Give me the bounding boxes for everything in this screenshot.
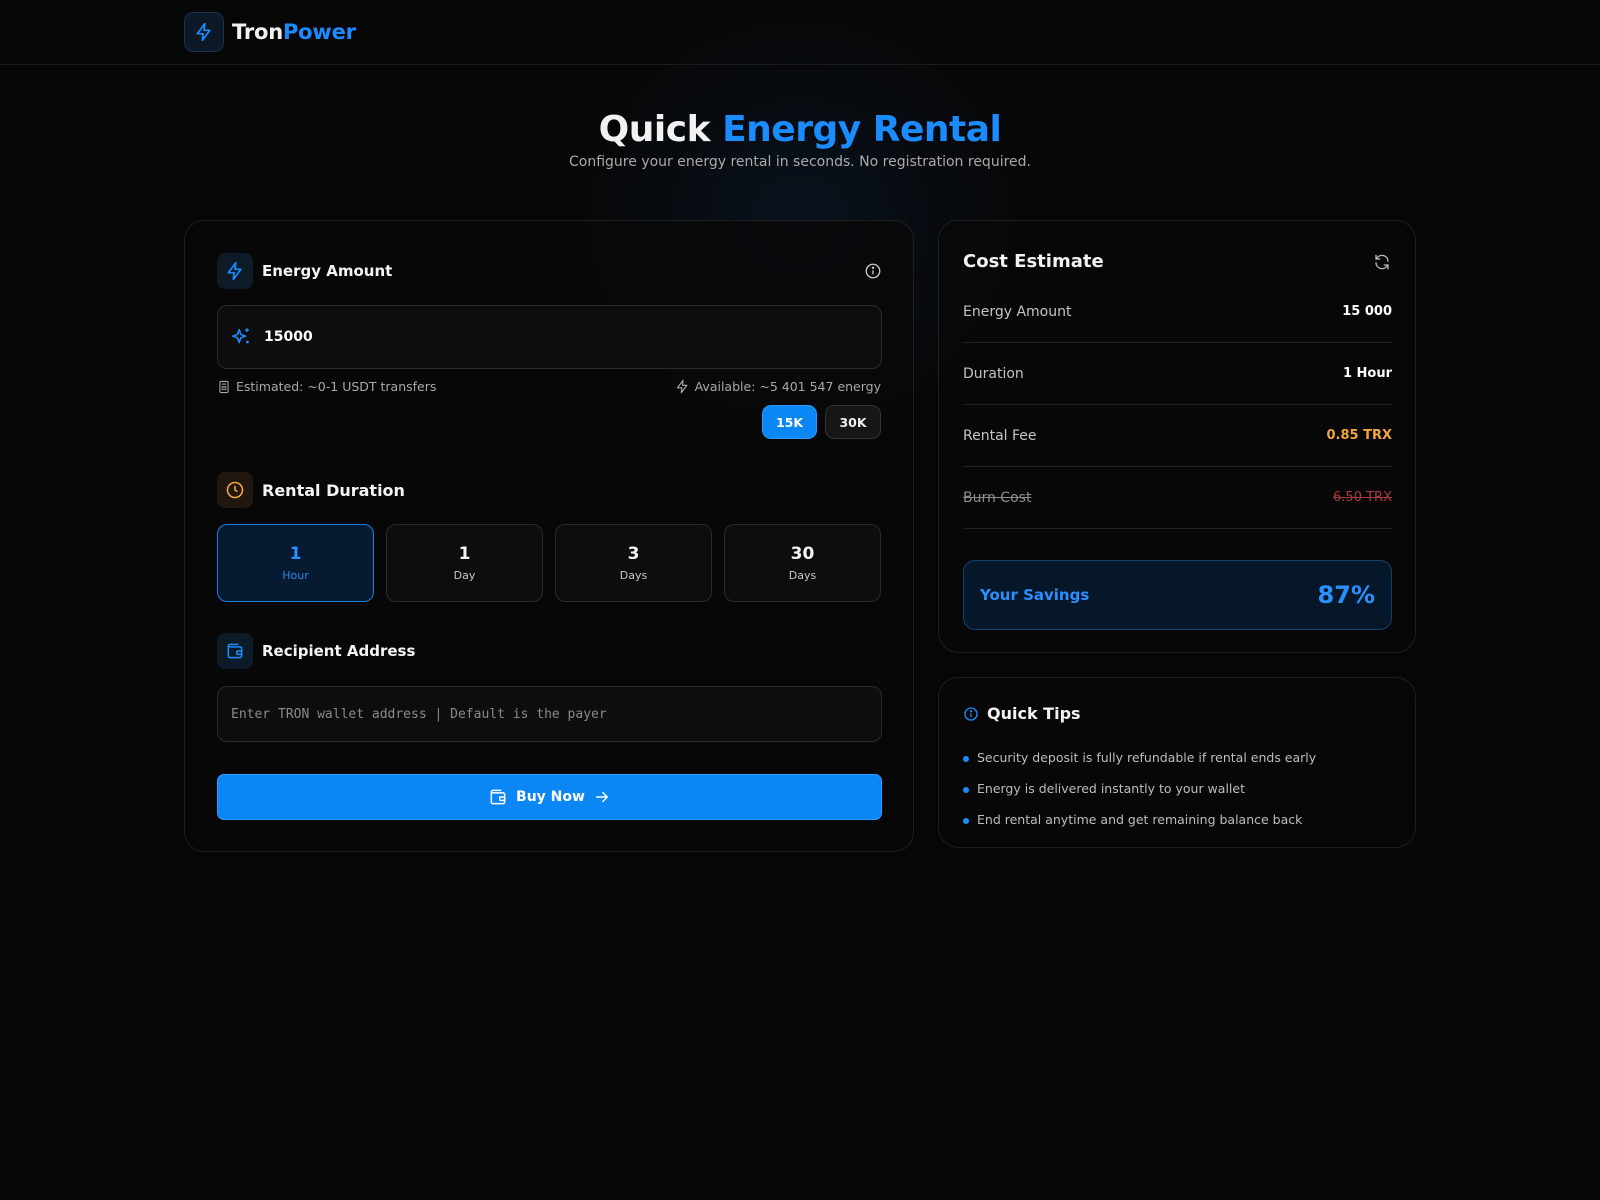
- brand-badge: [184, 12, 224, 52]
- bolt-icon: [227, 261, 242, 281]
- page-title: Quick Energy Rental: [0, 107, 1600, 153]
- cost-estimate-panel: Cost Estimate Energy Amount 15 000 Durat…: [938, 220, 1416, 653]
- cost-row-label: Rental Fee: [963, 427, 1037, 444]
- quick-tips-title: Quick Tips: [987, 704, 1081, 723]
- list-item: Energy is delivered instantly to your wa…: [963, 773, 1316, 804]
- cost-row-value: 1 Hour: [1342, 366, 1392, 381]
- rental-duration-heading: Rental Duration: [262, 480, 405, 500]
- list-item: End rental anytime and get remaining bal…: [963, 804, 1316, 835]
- duration-option-30-days[interactable]: 30 Days: [724, 524, 881, 602]
- recipient-address-header: Recipient Address: [217, 633, 415, 669]
- duration-unit: Hour: [282, 569, 309, 582]
- brand-logo[interactable]: TronPower: [184, 12, 356, 52]
- cost-row-label: Burn Cost: [963, 489, 1032, 506]
- duration-option-1-hour[interactable]: 1 Hour: [217, 524, 374, 602]
- page-title-accent: Energy Rental: [722, 109, 1002, 150]
- sparkles-icon: [231, 328, 249, 344]
- cost-row-label: Energy Amount: [963, 303, 1072, 320]
- duration-number: 3: [627, 544, 640, 564]
- recipient-section-icon: [217, 633, 253, 669]
- duration-number: 1: [458, 544, 471, 564]
- page-title-plain: Quick: [598, 109, 711, 150]
- duration-number: 1: [289, 544, 302, 564]
- duration-unit: Day: [453, 569, 476, 582]
- buy-now-button[interactable]: Buy Now: [217, 774, 882, 820]
- bolt-icon: [676, 379, 688, 394]
- rental-form-panel: Energy Amount Estimated: ~0-1 USDT trans…: [184, 220, 914, 852]
- refresh-icon[interactable]: [1373, 253, 1391, 271]
- duration-option-3-days[interactable]: 3 Days: [555, 524, 712, 602]
- quick-tips-list: Security deposit is fully refundable if …: [963, 742, 1316, 835]
- recipient-address-heading: Recipient Address: [262, 642, 416, 660]
- brand-name-part1: Tron: [232, 20, 283, 44]
- duration-options: 1 Hour 1 Day 3 Days 30 Days: [217, 524, 881, 602]
- recipient-address-input[interactable]: [217, 686, 882, 742]
- bullet-dot: [963, 787, 969, 793]
- duration-unit: Days: [619, 569, 648, 582]
- list-item: Security deposit is fully refundable if …: [963, 742, 1316, 773]
- burn-cost-value: 6.50 TRX: [1333, 490, 1392, 505]
- cost-row-value: 15 000: [1342, 304, 1392, 319]
- rental-duration-header: Rental Duration: [217, 472, 405, 508]
- energy-amount-field[interactable]: [217, 305, 882, 369]
- cost-row-duration: Duration 1 Hour: [963, 343, 1392, 405]
- quick-tips-header: Quick Tips: [963, 704, 1081, 723]
- savings-box: Your Savings 87%: [963, 560, 1392, 630]
- top-bar: TronPower: [0, 0, 1600, 65]
- rental-fee-value: 0.85 TRX: [1326, 428, 1392, 443]
- tip-text: End rental anytime and get remaining bal…: [977, 812, 1303, 827]
- quick-tips-panel: Quick Tips Security deposit is fully ref…: [938, 677, 1416, 848]
- wallet-icon: [490, 789, 506, 805]
- cost-row-burn-cost: Burn Cost 6.50 TRX: [963, 467, 1392, 529]
- buy-now-label: Buy Now: [516, 789, 585, 805]
- duration-unit: Days: [788, 569, 817, 582]
- bullet-dot: [963, 756, 969, 762]
- preset-30k-button[interactable]: 30K: [825, 405, 881, 439]
- tip-text: Energy is delivered instantly to your wa…: [977, 781, 1245, 796]
- energy-amount-heading: Energy Amount: [262, 262, 393, 280]
- info-icon[interactable]: [864, 262, 882, 280]
- energy-presets: 15K 30K: [762, 405, 881, 439]
- duration-section-icon: [217, 472, 253, 508]
- savings-value: 87%: [1317, 581, 1375, 609]
- energy-amount-header: Energy Amount: [217, 253, 392, 289]
- duration-number: 30: [790, 544, 815, 564]
- cost-row-label: Duration: [963, 365, 1024, 382]
- page-subtitle: Configure your energy rental in seconds.…: [569, 154, 1031, 170]
- duration-option-1-day[interactable]: 1 Day: [386, 524, 543, 602]
- bolt-icon: [196, 22, 211, 42]
- savings-label: Your Savings: [980, 586, 1090, 604]
- cost-row-rental-fee: Rental Fee 0.85 TRX: [963, 405, 1392, 467]
- hero: Quick Energy Rental Configure your energ…: [0, 107, 1600, 170]
- estimated-transfers: Estimated: ~0-1 USDT transfers: [217, 379, 436, 394]
- bullet-dot: [963, 818, 969, 824]
- cost-row-energy-amount: Energy Amount 15 000: [963, 281, 1392, 343]
- info-icon: [964, 706, 978, 721]
- calculator-icon: [219, 380, 229, 393]
- arrow-right-icon: [595, 791, 608, 803]
- tip-text: Security deposit is fully refundable if …: [977, 750, 1317, 765]
- available-energy-text: Available: ~5 401 547 energy: [694, 379, 881, 394]
- energy-amount-input[interactable]: [264, 329, 824, 345]
- brand-name-part2: Power: [282, 20, 356, 44]
- available-energy: Available: ~5 401 547 energy: [675, 379, 881, 394]
- energy-section-icon: [217, 253, 253, 289]
- brand-name: TronPower: [232, 20, 356, 44]
- cost-estimate-title: Cost Estimate: [963, 251, 1104, 272]
- preset-15k-button[interactable]: 15K: [762, 405, 817, 439]
- clock-icon: [226, 481, 244, 499]
- estimated-transfers-text: Estimated: ~0-1 USDT transfers: [236, 379, 437, 394]
- wallet-icon: [227, 643, 243, 659]
